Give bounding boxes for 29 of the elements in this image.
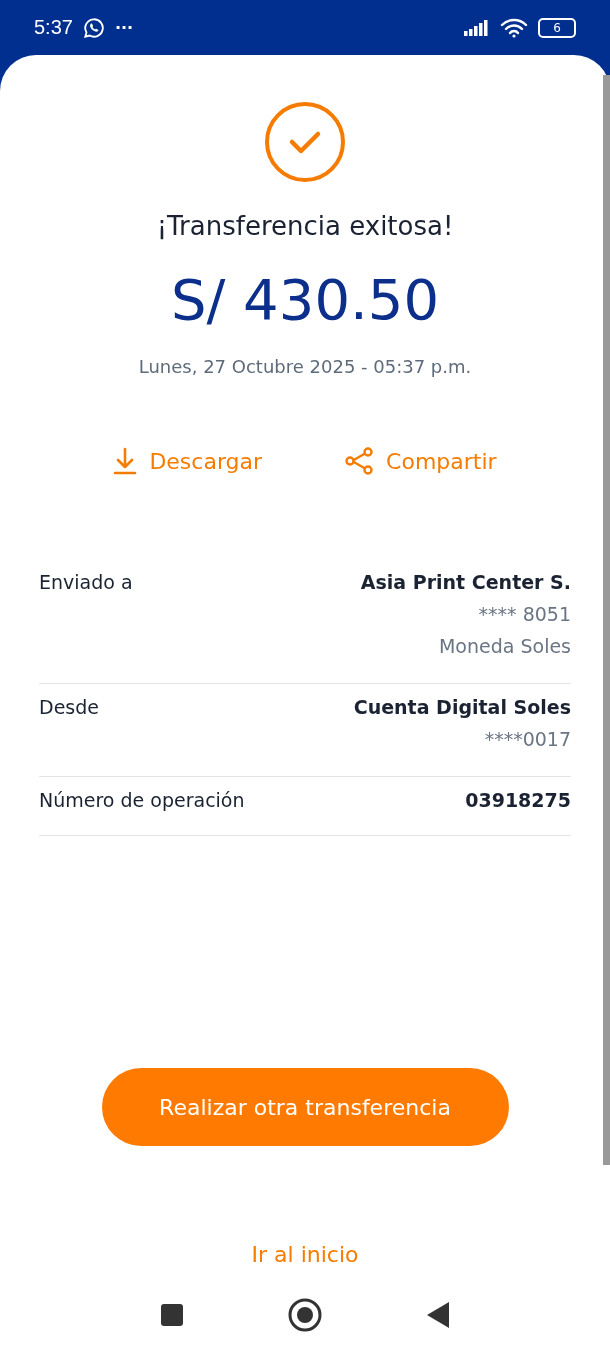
detail-label: Enviado a [39,571,133,595]
wifi-icon [500,17,528,38]
signal-icon [464,19,490,36]
download-button[interactable]: Descargar [113,447,263,475]
share-button[interactable]: Compartir [344,447,497,475]
new-transfer-button[interactable]: Realizar otra transferencia [101,1068,509,1146]
detail-value: Cuenta Digital Soles [353,696,571,718]
more-notifications: ··· [114,18,134,37]
battery-indicator: 6 [538,17,576,38]
share-icon [344,447,375,475]
chat-app-icon [82,16,105,39]
success-check-icon [264,101,346,183]
scrollbar[interactable] [603,75,610,1165]
detail-label: Desde [39,696,99,720]
amount: S/ 430.50 [170,267,440,332]
home-link[interactable]: Ir al inicio [245,1241,365,1268]
detail-subvalue: ****0017 [484,728,571,750]
detail-subvalue: Moneda Soles [438,635,571,657]
success-title: ¡Transferencia exitosa! [156,211,454,241]
detail-value: 03918275 [465,789,571,811]
status-time: 5:37 [34,16,73,39]
detail-subvalue: **** 8051 [478,603,571,625]
detail-label: Número de operación [39,789,245,811]
recent-apps-icon[interactable] [160,1303,184,1327]
detail-value: Asia Print Center S. [360,571,571,593]
download-icon [113,447,138,475]
home-icon[interactable] [288,1298,322,1332]
date-time: Lunes, 27 Octubre 2025 - 05:37 p.m. [138,356,472,377]
back-icon[interactable] [426,1301,450,1329]
